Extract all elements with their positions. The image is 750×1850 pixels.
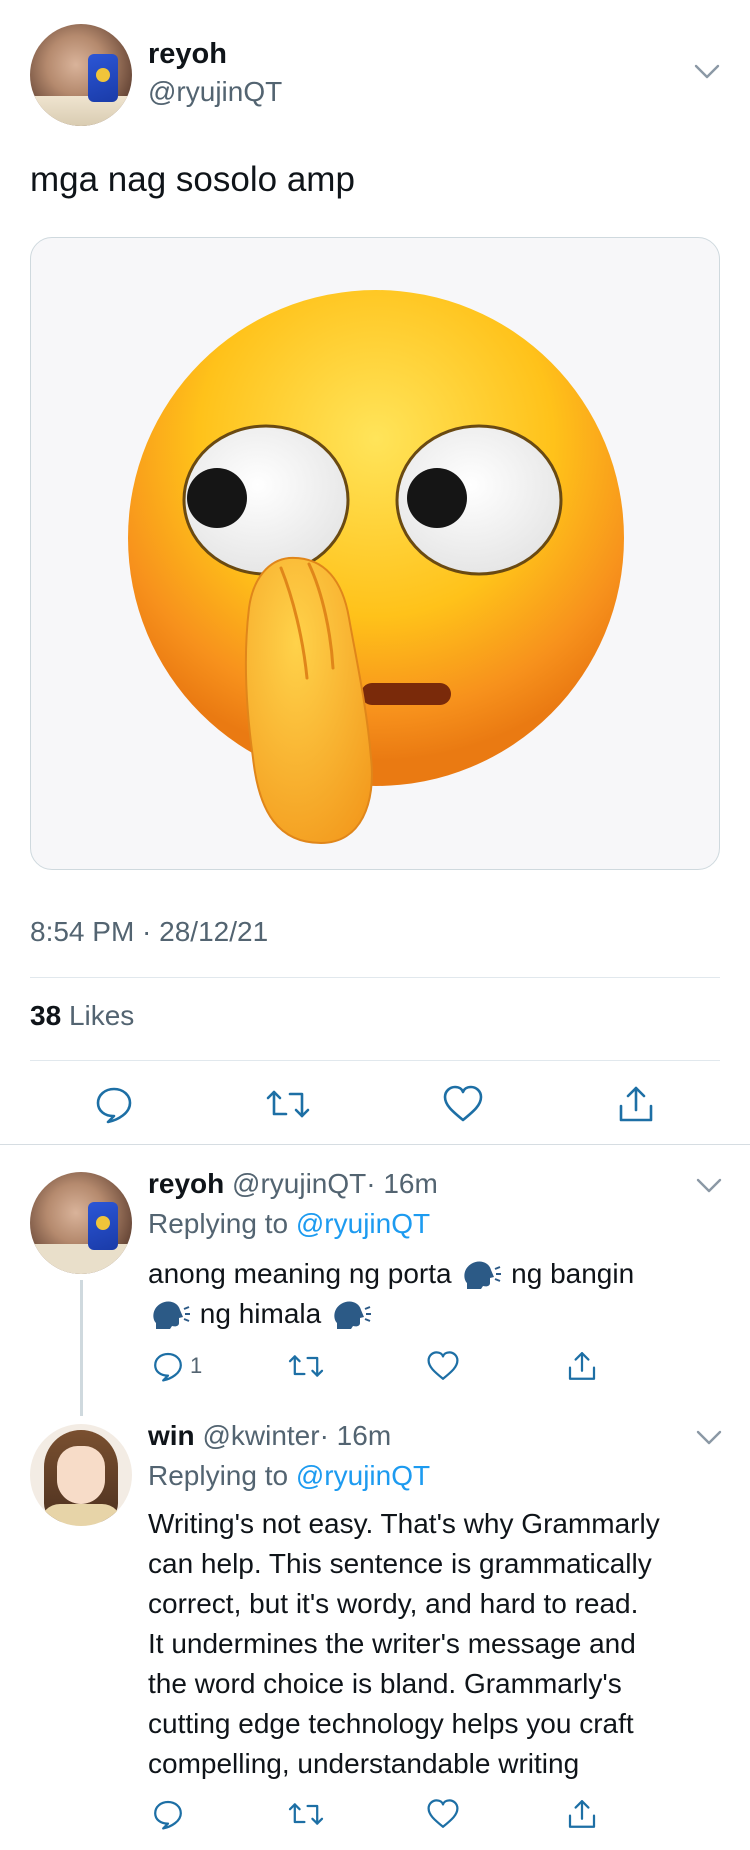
reply-time: · 16m bbox=[366, 1168, 438, 1199]
reply-text-fragment: ng himala bbox=[199, 1298, 322, 1329]
reply-author-name[interactable]: reyoh bbox=[148, 1168, 224, 1199]
section-divider bbox=[0, 1144, 750, 1145]
reply-count: 1 bbox=[190, 1353, 203, 1378]
avatar-face bbox=[57, 1446, 105, 1504]
speaking-head-emoji bbox=[334, 1301, 371, 1329]
divider bbox=[30, 977, 720, 978]
reply-author-handle[interactable]: @ryujinQT bbox=[232, 1168, 366, 1199]
share-button[interactable] bbox=[566, 1796, 598, 1832]
avatar[interactable] bbox=[30, 1424, 132, 1526]
reply-action-bar bbox=[148, 1796, 728, 1832]
heart-icon bbox=[443, 1085, 483, 1122]
reply-line: can help. This sentence is grammatically bbox=[148, 1548, 652, 1579]
chevron-down-icon[interactable] bbox=[694, 64, 720, 80]
thread-connector bbox=[80, 1280, 83, 1416]
reply-header: reyoh @ryujinQT· 16m bbox=[148, 1168, 438, 1200]
share-icon bbox=[619, 1086, 653, 1122]
avatar[interactable] bbox=[30, 1172, 132, 1274]
likes-count: 38 bbox=[30, 1000, 62, 1031]
reply-line: anong meaning ng porta ng bangin bbox=[148, 1254, 728, 1294]
retweet-button[interactable] bbox=[266, 1082, 310, 1126]
retweet-icon bbox=[288, 1355, 324, 1377]
avatar-phone bbox=[88, 1202, 118, 1250]
replying-to-mention[interactable]: @ryujinQT bbox=[296, 1460, 430, 1491]
reply-author-handle[interactable]: @kwinter bbox=[202, 1420, 319, 1451]
tweet-detail-page: reyoh @ryujinQT mga nag sosolo amp 8:54 … bbox=[0, 0, 750, 1850]
reply-line: correct, but it's wordy, and hard to rea… bbox=[148, 1588, 639, 1619]
replying-to-prefix: Replying to bbox=[148, 1460, 289, 1491]
reply-button[interactable] bbox=[94, 1082, 134, 1126]
retweet-icon bbox=[288, 1803, 324, 1825]
reply-text: Writing's not easy. That's why Grammarly… bbox=[148, 1504, 728, 1784]
reply-line: It undermines the writer's message and bbox=[148, 1628, 636, 1659]
reply-line: cutting edge technology helps you craft bbox=[148, 1708, 634, 1739]
reply-line: Writing's not easy. That's why Grammarly bbox=[148, 1508, 660, 1539]
heart-icon bbox=[427, 1351, 459, 1380]
reply-icon bbox=[154, 1800, 182, 1830]
avatar-shirt bbox=[30, 1244, 132, 1274]
retweet-button[interactable] bbox=[288, 1348, 324, 1384]
reply-icon bbox=[96, 1087, 132, 1124]
speaking-head-emoji bbox=[153, 1301, 190, 1329]
share-icon bbox=[568, 1352, 596, 1380]
retweet-button[interactable] bbox=[288, 1796, 324, 1832]
share-button[interactable] bbox=[566, 1348, 598, 1384]
face-with-hand-over-eye-emoji bbox=[128, 290, 624, 845]
share-icon bbox=[568, 1800, 596, 1828]
like-button[interactable] bbox=[442, 1082, 484, 1126]
reply-button[interactable] bbox=[152, 1796, 184, 1832]
tweet-timestamp[interactable]: 8:54 PM · 28/12/21 bbox=[30, 916, 268, 948]
tweet-media[interactable] bbox=[30, 237, 720, 870]
tweet-text: mga nag sosolo amp bbox=[30, 160, 355, 199]
likes-label: Likes bbox=[68, 1000, 135, 1031]
reply-line: ng himala bbox=[148, 1294, 728, 1334]
chevron-down-icon[interactable] bbox=[696, 1430, 722, 1446]
share-button[interactable] bbox=[616, 1082, 656, 1126]
reply-text-fragment: anong meaning ng porta bbox=[148, 1258, 452, 1289]
replying-to-mention[interactable]: @ryujinQT bbox=[296, 1208, 430, 1239]
avatar-phone bbox=[88, 54, 118, 102]
reply-text-fragment: ng bangin bbox=[511, 1258, 635, 1289]
avatar[interactable] bbox=[30, 24, 132, 126]
tweet-action-bar bbox=[30, 1082, 720, 1126]
like-button[interactable] bbox=[426, 1348, 460, 1384]
likes-summary[interactable]: 38 Likes bbox=[30, 1000, 134, 1032]
replying-to: Replying to @ryujinQT bbox=[148, 1460, 430, 1492]
tweet-header: reyoh @ryujinQT bbox=[30, 24, 720, 128]
replying-to: Replying to @ryujinQT bbox=[148, 1208, 430, 1240]
replying-to-prefix: Replying to bbox=[148, 1208, 289, 1239]
reply-line: compelling, understandable writing bbox=[148, 1748, 580, 1779]
retweet-icon bbox=[266, 1090, 310, 1118]
avatar-shirt bbox=[40, 1504, 122, 1526]
avatar-shirt bbox=[30, 96, 132, 126]
reply-time: · 16m bbox=[319, 1420, 392, 1451]
author-name[interactable]: reyoh bbox=[148, 38, 227, 71]
like-button[interactable] bbox=[426, 1796, 460, 1832]
heart-icon bbox=[427, 1799, 459, 1828]
chevron-down-icon[interactable] bbox=[696, 1178, 722, 1194]
reply-button[interactable]: 1 bbox=[152, 1348, 202, 1384]
speaking-head-emoji bbox=[464, 1261, 502, 1289]
reply-icon bbox=[154, 1352, 182, 1382]
author-handle[interactable]: @ryujinQT bbox=[148, 76, 282, 108]
reply-action-bar: 1 bbox=[148, 1348, 728, 1384]
reply-header: win @kwinter· 16m bbox=[148, 1420, 391, 1452]
reply-text: anong meaning ng porta ng bangin ng hima… bbox=[148, 1254, 728, 1334]
reply-author-name[interactable]: win bbox=[148, 1420, 195, 1451]
reply-line: the word choice is bland. Grammarly's bbox=[148, 1668, 622, 1699]
divider bbox=[30, 1060, 720, 1061]
